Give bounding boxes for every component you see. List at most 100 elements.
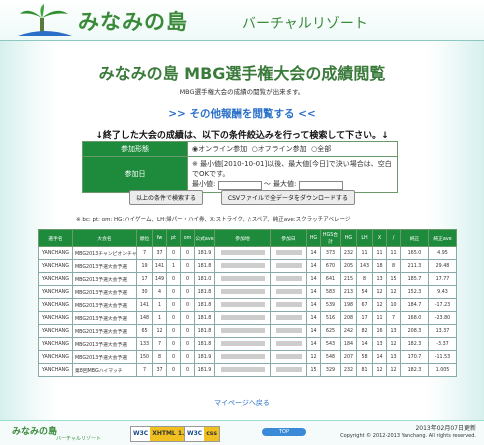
site-title[interactable]: みなみの島	[78, 6, 188, 36]
table-row: YANCHANG MBG2013予選大会予選 133 7 0 0 181.8 14 543 184…	[38, 337, 457, 351]
table-cell	[214, 259, 271, 273]
table-cell[interactable]: MBG2013チャンピオンチャレンジ	[72, 246, 137, 260]
table-cell: 13.37	[428, 324, 457, 338]
redacted-text	[220, 341, 265, 346]
table-row: YANCHANG MBG2013予選大会予選 17 149 0 0 181.0 14 641 21…	[38, 272, 457, 286]
site-footer: みなみの島 バーチャルリゾート W3C XHTML 1.0 W3C css TOP …	[0, 420, 484, 445]
search-conditions-table: 参加形態 ◉オンライン参加 ○オフライン参加 ○全部 参加日 ※ 最小値[201…	[82, 141, 398, 193]
min-date-input[interactable]	[217, 180, 262, 190]
table-cell: 208.3	[400, 324, 429, 338]
table-cell: 1	[152, 311, 167, 325]
table-cell	[270, 259, 307, 273]
w3c-xhtml-badge[interactable]: W3C XHTML 1.0	[130, 426, 192, 442]
table-cell: 182.3	[400, 337, 429, 351]
redacted-text	[275, 354, 302, 359]
column-header: 参加地	[214, 229, 271, 247]
table-cell: 7	[136, 246, 153, 260]
table-cell: 37	[152, 363, 167, 377]
table-row: YANCHANGMBG2013チャンピオンチャレンジ73700181.91437…	[38, 246, 457, 260]
footer-logo-sub: バーチャルリゾート	[56, 436, 101, 442]
table-cell: 12	[386, 285, 401, 299]
table-cell: 8	[152, 350, 167, 364]
table-cell	[270, 363, 307, 377]
min-date-label: 最小値:	[192, 180, 216, 188]
table-cell[interactable]: MBG2013予選大会予選	[72, 311, 137, 325]
table-cell: 0	[180, 363, 195, 377]
table-cell[interactable]: MBG2013予選大会予選	[72, 337, 137, 351]
redacted-text	[275, 302, 302, 307]
table-cell[interactable]: MBG2013予選大会予選	[72, 272, 137, 286]
back-to-top-button[interactable]: TOP	[262, 428, 306, 436]
table-cell	[214, 337, 271, 351]
palm-tree-logo-icon	[18, 4, 72, 36]
table-cell: 168.0	[400, 311, 429, 325]
table-cell	[270, 285, 307, 299]
column-header: 順位	[136, 229, 153, 247]
table-cell: 13	[386, 350, 401, 364]
table-cell: 4	[152, 285, 167, 299]
table-cell[interactable]: MBG2013予選大会予選	[72, 350, 137, 364]
table-cell[interactable]: 第8回MBGハイマッチ	[72, 363, 137, 377]
legend-text: ※ bc: pt: om: HG:ハイゲーム、LH:帰パー・ハイ券、X:ストライ…	[76, 217, 351, 223]
table-cell: 198	[340, 298, 357, 312]
table-cell[interactable]: MBG2013予選大会予選	[72, 259, 137, 273]
table-cell: YANCHANG	[38, 311, 73, 325]
table-cell: 641	[320, 272, 341, 286]
table-cell: 17	[136, 272, 153, 286]
table-cell: 12	[386, 337, 401, 351]
participation-date-label: 参加日	[82, 156, 188, 193]
table-cell[interactable]: MBG2013予選大会予選	[72, 324, 137, 338]
table-cell	[214, 324, 271, 338]
table-cell: 0	[166, 311, 181, 325]
table-cell: 0	[180, 246, 195, 260]
table-cell: 12	[372, 285, 387, 299]
table-cell: 149	[152, 272, 167, 286]
footer-logo[interactable]: みなみの島	[12, 424, 57, 437]
table-cell	[270, 337, 307, 351]
table-cell: 14	[306, 311, 321, 325]
table-cell: YANCHANG	[38, 350, 73, 364]
table-cell: YANCHANG	[38, 272, 73, 286]
table-cell: 0	[180, 272, 195, 286]
table-row: YANCHANG MBG2013予選大会予選 19 141 1 0 181.8 14 670 20…	[38, 259, 457, 273]
table-cell: 0	[166, 350, 181, 364]
table-cell: 181.8	[194, 259, 215, 273]
mypage-link[interactable]: マイページへ戻る	[0, 398, 484, 408]
redacted-text	[275, 276, 302, 281]
max-date-input[interactable]	[298, 180, 343, 190]
table-cell: 165.0	[400, 246, 429, 260]
radio-all[interactable]: ○全部	[311, 145, 331, 153]
table-cell	[270, 298, 307, 312]
search-button[interactable]: 以上の条件で検索する	[128, 190, 203, 205]
table-cell	[214, 298, 271, 312]
table-row: YANCHANG MBG2013予選大会予選 30 4 0 0 181.8 14 583 213 5…	[38, 285, 457, 299]
table-cell: 211.3	[400, 259, 429, 273]
table-cell: 181.9	[194, 246, 215, 260]
table-cell: 185.7	[400, 272, 429, 286]
radio-online[interactable]: ◉オンライン参加	[192, 145, 247, 153]
table-cell: 15	[386, 272, 401, 286]
table-cell: YANCHANG	[38, 285, 73, 299]
table-cell: 207	[340, 350, 357, 364]
table-cell: 373	[320, 246, 341, 260]
w3c-css-badge[interactable]: W3C css	[184, 426, 220, 442]
table-cell[interactable]: MBG2013予選大会予選	[72, 285, 137, 299]
other-rewards-link[interactable]: >> その他報酬を閲覧する <<	[0, 106, 484, 121]
results-table: 選手名 大会名 順位 fw pt om 公式ave 参加地 参加日 HG HGS合計 HG LH X / 純正…	[38, 229, 457, 377]
table-cell: 11	[386, 246, 401, 260]
table-cell: 150	[136, 350, 153, 364]
radio-offline[interactable]: ○オフライン参加	[252, 145, 307, 153]
table-cell: 0	[166, 272, 181, 286]
table-cell	[214, 350, 271, 364]
table-cell: 152.3	[400, 285, 429, 299]
table-cell[interactable]: MBG2013予選大会予選	[72, 298, 137, 312]
table-cell: 213	[340, 285, 357, 299]
column-header: HG	[340, 229, 357, 247]
csv-download-button[interactable]: CSVファイルで全データをダウンロードする	[220, 190, 356, 205]
page-title: みなみの島 MBG選手権大会の成績閲覧	[98, 64, 386, 83]
table-cell: 14	[372, 350, 387, 364]
table-cell: 14	[306, 272, 321, 286]
table-cell: 208	[340, 311, 357, 325]
table-cell: 329	[320, 363, 341, 377]
table-cell: 8	[356, 272, 373, 286]
